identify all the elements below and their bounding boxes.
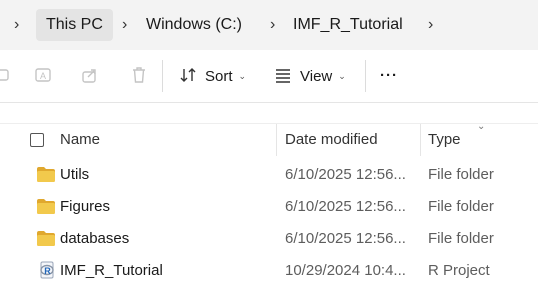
folder-icon [37, 167, 55, 182]
command-bar: A Sort ⌄ View ⌄ ··· [0, 50, 538, 103]
column-header: Name Date modified Type ⌄ [0, 121, 538, 156]
more-options-button[interactable]: ··· [380, 64, 398, 88]
svg-text:R: R [44, 266, 51, 276]
breadcrumb-this-pc[interactable]: This PC [36, 9, 113, 41]
view-button[interactable]: View ⌄ [300, 64, 346, 88]
sort-icon [180, 68, 196, 82]
view-icon [276, 69, 290, 83]
sort-indicator-icon: ⌄ [477, 121, 486, 132]
breadcrumb-chevron-icon[interactable]: › [14, 13, 19, 37]
column-name-header[interactable]: Name [60, 130, 100, 150]
breadcrumb-imf-r-tutorial[interactable]: IMF_R_Tutorial [293, 13, 403, 37]
file-date: 6/10/2025 12:56... [285, 198, 406, 215]
file-type: File folder [428, 166, 494, 183]
file-row[interactable]: Figures 6/10/2025 12:56... File folder [0, 191, 538, 223]
spacer-strip [0, 103, 538, 124]
breadcrumb-chevron-icon[interactable]: › [270, 13, 275, 37]
share-icon[interactable] [81, 66, 99, 84]
folder-icon [37, 199, 55, 214]
file-date: 6/10/2025 12:56... [285, 230, 406, 247]
file-row[interactable]: Utils 6/10/2025 12:56... File folder [0, 159, 538, 191]
column-type-header[interactable]: Type [428, 130, 461, 150]
svg-text:A: A [40, 71, 46, 81]
sort-button[interactable]: Sort ⌄ [205, 64, 246, 88]
column-date-header[interactable]: Date modified [285, 130, 378, 150]
r-project-icon: R [40, 261, 54, 279]
toolbar-divider [365, 60, 366, 92]
file-row[interactable]: databases 6/10/2025 12:56... File folder [0, 223, 538, 255]
rename-icon[interactable]: A [34, 66, 52, 84]
chevron-down-icon: ⌄ [338, 71, 346, 81]
file-type: R Project [428, 262, 490, 279]
address-bar: › This PC › Windows (C:) › IMF_R_Tutoria… [0, 0, 538, 50]
column-divider[interactable] [276, 124, 277, 156]
file-type: File folder [428, 230, 494, 247]
delete-icon[interactable] [130, 66, 148, 84]
file-date: 10/29/2024 10:4... [285, 262, 406, 279]
file-type: File folder [428, 198, 494, 215]
file-row[interactable]: R IMF_R_Tutorial 10/29/2024 10:4... R Pr… [0, 255, 538, 287]
file-name: IMF_R_Tutorial [60, 262, 163, 279]
breadcrumb-chevron-icon[interactable]: › [122, 13, 127, 37]
column-divider[interactable] [420, 124, 421, 156]
breadcrumb-chevron-icon[interactable]: › [428, 13, 433, 37]
file-name: databases [60, 230, 130, 247]
sort-label: Sort [205, 68, 233, 85]
chevron-down-icon: ⌄ [238, 71, 247, 81]
select-all-checkbox[interactable] [30, 133, 44, 147]
file-name: Figures [60, 198, 111, 215]
folder-icon [37, 231, 55, 246]
view-label: View [300, 68, 333, 85]
file-name: Utils [60, 166, 90, 183]
breadcrumb-windows-c[interactable]: Windows (C:) [146, 13, 242, 37]
toolbar-divider [162, 60, 163, 92]
cut-icon[interactable] [0, 66, 14, 84]
file-date: 6/10/2025 12:56... [285, 166, 406, 183]
